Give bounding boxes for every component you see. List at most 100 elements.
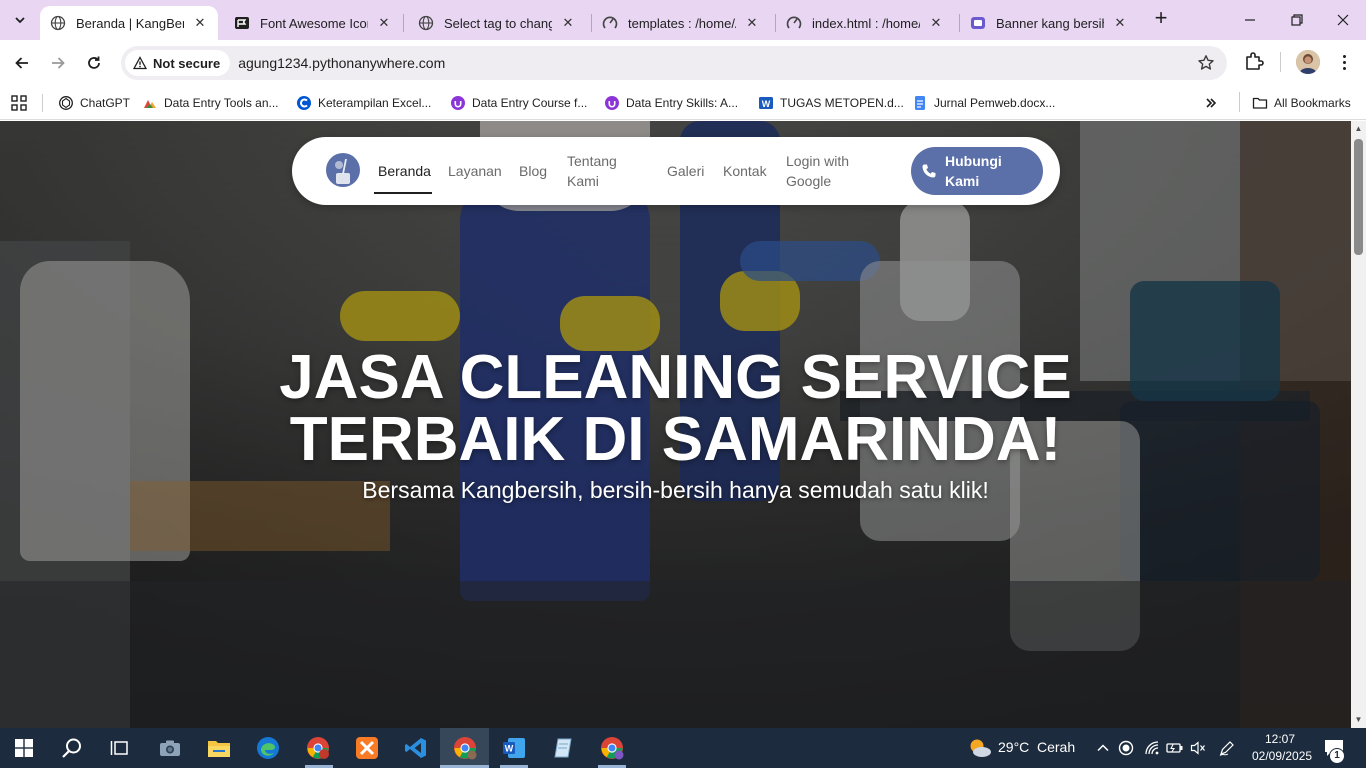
tray-record-icon[interactable]: [1112, 734, 1140, 762]
tab-beranda[interactable]: Beranda | KangBersih ✕: [40, 6, 218, 40]
bookmark-keterampilan-excel[interactable]: Keterampilan Excel...: [296, 92, 431, 114]
taskbar-notepad[interactable]: [549, 734, 577, 762]
weather-widget[interactable]: [966, 734, 994, 762]
tab-index-html[interactable]: index.html : /home/A ✕: [776, 6, 954, 40]
scroll-up-arrow-icon[interactable]: ▲: [1354, 124, 1363, 133]
apps-grid-icon: [11, 95, 27, 111]
vscode-icon: [405, 738, 426, 758]
bookmark-data-entry-tools[interactable]: Data Entry Tools an...: [142, 92, 279, 114]
weather-condition[interactable]: Cerah: [1037, 739, 1075, 755]
clock-time: 12:07: [1264, 732, 1296, 746]
back-button[interactable]: [8, 49, 36, 77]
star-icon[interactable]: [1197, 54, 1215, 72]
tray-volume[interactable]: [1184, 734, 1212, 762]
partly-sunny-icon: [970, 739, 991, 757]
hubungi-kami-button[interactable]: Hubungi Kami: [911, 147, 1043, 195]
taskbar-word[interactable]: W: [500, 734, 528, 762]
taskbar-chrome-active[interactable]: [451, 734, 479, 762]
nav-link-login-google[interactable]: Login with Google: [786, 151, 872, 191]
windows-taskbar: W 29°C Cerah 12:07 02/09/2025 1: [0, 728, 1366, 768]
bookmark-data-entry-course[interactable]: Data Entry Course f...: [450, 92, 587, 114]
word-icon: W: [758, 95, 774, 111]
more-bookmarks-button[interactable]: [1204, 92, 1218, 114]
taskbar-vscode[interactable]: [402, 734, 430, 762]
taskbar-xampp[interactable]: [353, 734, 381, 762]
tab-font-awesome[interactable]: Font Awesome Icons ✕: [224, 6, 402, 40]
tab-select-tag[interactable]: Select tag to change ✕: [408, 6, 586, 40]
taskbar-search-button[interactable]: [58, 734, 86, 762]
edge-icon: [257, 737, 279, 759]
security-chip[interactable]: Not secure: [125, 50, 231, 76]
all-bookmarks-button[interactable]: All Bookmarks: [1252, 92, 1351, 114]
hero-title-line2: TERBAIK DI SAMARINDA!: [289, 405, 1062, 474]
tab-templates[interactable]: templates : /home/Ag ✕: [592, 6, 770, 40]
address-bar[interactable]: Not secure agung1234.pythonanywhere.com: [121, 46, 1227, 80]
profile-avatar[interactable]: [1296, 50, 1320, 74]
close-icon[interactable]: ✕: [744, 15, 760, 31]
bookmark-label: ChatGPT: [80, 96, 131, 110]
nav-link-beranda[interactable]: Beranda: [378, 161, 431, 181]
bookmark-label: Data Entry Course f...: [472, 96, 588, 110]
tab-banner[interactable]: Banner kang bersih - ✕: [960, 6, 1138, 40]
task-view-button[interactable]: [106, 734, 134, 762]
tab-strip: Beranda | KangBersih ✕ Font Awesome Icon…: [0, 0, 1366, 40]
new-tab-button[interactable]: +: [1150, 7, 1172, 30]
forward-button[interactable]: [44, 49, 72, 77]
nav-link-tentang-kami[interactable]: Tentang Kami: [567, 151, 637, 191]
svg-text:W: W: [762, 99, 771, 109]
reload-button[interactable]: [80, 49, 108, 77]
close-icon[interactable]: ✕: [928, 15, 944, 31]
scroll-thumb[interactable]: [1354, 139, 1363, 255]
browser-menu-button[interactable]: [1334, 50, 1354, 74]
task-view-icon: [110, 741, 128, 755]
close-icon[interactable]: ✕: [376, 15, 392, 31]
apps-button[interactable]: [10, 92, 28, 114]
folder-icon: [208, 741, 230, 757]
nav-link-galeri[interactable]: Galeri: [667, 161, 704, 181]
tools-icon: [142, 95, 158, 111]
bookmark-data-entry-skills[interactable]: Data Entry Skills: A...: [604, 92, 738, 114]
close-window-button[interactable]: [1331, 8, 1355, 32]
system-clock[interactable]: 12:07 02/09/2025: [1252, 731, 1312, 765]
hero-subtitle: Bersama Kangbersih, bersih-bersih hanya …: [362, 477, 989, 503]
page-scrollbar[interactable]: ▲ ▼: [1351, 121, 1366, 728]
close-icon[interactable]: ✕: [560, 15, 576, 31]
xampp-icon: [356, 737, 378, 759]
taskbar-camera[interactable]: [156, 734, 184, 762]
udemy-icon: [450, 95, 466, 111]
bookmark-divider: [1239, 92, 1240, 112]
tab-title: index.html : /home/A: [812, 15, 920, 31]
url-text[interactable]: agung1234.pythonanywhere.com: [238, 55, 445, 71]
taskbar-file-explorer[interactable]: [205, 734, 233, 762]
nav-link-kontak[interactable]: Kontak: [723, 161, 767, 181]
bookmarks-bar: ChatGPT Data Entry Tools an... Keterampi…: [0, 86, 1366, 120]
close-icon[interactable]: ✕: [1112, 15, 1128, 31]
extensions-icon[interactable]: [1243, 50, 1265, 72]
tray-pen[interactable]: [1213, 734, 1241, 762]
scroll-down-arrow-icon[interactable]: ▼: [1354, 715, 1363, 724]
windows-logo-icon: [15, 739, 33, 757]
record-icon: [1118, 740, 1134, 756]
taskbar-chrome-second[interactable]: [598, 734, 626, 762]
taskbar-chrome-profile[interactable]: [304, 734, 332, 762]
close-icon[interactable]: ✕: [192, 15, 208, 31]
tab-search-button[interactable]: [6, 6, 34, 34]
nav-link-layanan[interactable]: Layanan: [448, 161, 502, 181]
bookmark-jurnal-pemweb[interactable]: Jurnal Pemweb.docx...: [912, 92, 1055, 114]
restore-button[interactable]: [1285, 8, 1309, 32]
bookmark-tugas-metopen[interactable]: W TUGAS METOPEN.d...: [758, 92, 904, 114]
notepad-icon: [554, 738, 572, 758]
nav-link-blog[interactable]: Blog: [519, 161, 547, 181]
brand-logo[interactable]: [326, 153, 360, 187]
hero-title-line1: JASA CLEANING SERVICE: [279, 343, 1072, 412]
bookmark-chatgpt[interactable]: ChatGPT: [58, 92, 130, 114]
start-button[interactable]: [10, 734, 38, 762]
font-awesome-icon: [234, 15, 250, 31]
tab-separator: [403, 14, 404, 32]
weather-temperature[interactable]: 29°C: [998, 739, 1029, 755]
warning-icon: [133, 56, 147, 70]
minimize-button[interactable]: [1238, 8, 1262, 32]
notification-badge: 1: [1329, 748, 1345, 764]
pythonanywhere-icon: [602, 15, 618, 31]
taskbar-edge[interactable]: [254, 734, 282, 762]
